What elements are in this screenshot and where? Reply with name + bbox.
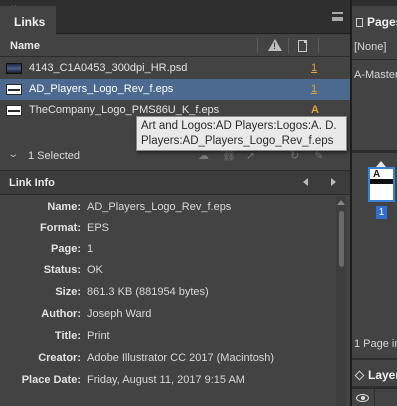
- info-row-size: Size: 861.3 KB (881954 bytes): [0, 283, 335, 303]
- layers-panel: Layers: [352, 358, 397, 406]
- column-name-header[interactable]: Name: [10, 40, 40, 52]
- photo-thumbnail-icon: [6, 63, 22, 74]
- info-value: Joseph Ward: [87, 308, 152, 320]
- info-label: Author:: [41, 308, 81, 320]
- tab-layers[interactable]: Layers: [352, 360, 397, 386]
- info-value: 1: [87, 243, 94, 255]
- logo-thumbnail-icon: [6, 105, 22, 116]
- link-page-number[interactable]: 1: [311, 83, 317, 95]
- info-row-format: Format: EPS: [0, 219, 335, 239]
- info-row-name: Name: AD_Players_Logo_Rev_f.eps: [0, 198, 335, 218]
- scroll-up-icon[interactable]: [337, 200, 345, 205]
- layers-icon: [354, 370, 365, 381]
- column-divider: [257, 38, 258, 53]
- info-value: Friday, August 11, 2017 9:15 AM: [87, 374, 245, 386]
- link-page-number[interactable]: 1: [311, 62, 317, 74]
- tab-pages[interactable]: Pages: [352, 6, 397, 34]
- info-label: Status:: [43, 264, 81, 276]
- divider: [352, 150, 397, 153]
- pages-tab-bar: Pages: [352, 0, 397, 34]
- layers-tab-label: Layers: [368, 368, 397, 382]
- scrollbar-thumb[interactable]: [339, 211, 344, 267]
- logo-thumbnail-icon: [6, 84, 22, 95]
- divider: [374, 388, 375, 406]
- links-column-header: Name: [0, 34, 350, 57]
- page-count: 1 Page in 1 Spread: [354, 338, 397, 350]
- info-label: Page:: [51, 243, 81, 255]
- tooltip-line: Art and Logos:AD Players:Logos:A. D.: [141, 120, 337, 132]
- tab-links[interactable]: Links: [0, 6, 56, 34]
- page-number-badge[interactable]: 1: [376, 206, 387, 219]
- links-tab-bar: ◂◂ Links: [0, 0, 350, 34]
- divider: [352, 59, 397, 60]
- link-filename: AD_Players_Logo_Rev_f.eps: [29, 83, 174, 95]
- info-value: 861.3 KB (881954 bytes): [87, 286, 209, 298]
- info-label: Size:: [55, 286, 81, 298]
- link-info-header: Link Info: [0, 171, 350, 195]
- pages-icon: [356, 18, 363, 27]
- info-row-title: Title: Print: [0, 327, 335, 347]
- info-value: AD_Players_Logo_Rev_f.eps: [87, 201, 232, 213]
- link-row-selected[interactable]: AD_Players_Logo_Rev_f.eps 1: [0, 79, 350, 100]
- info-row-page: Page: 1: [0, 240, 335, 260]
- status-warning-icon[interactable]: [268, 39, 282, 51]
- info-value: EPS: [87, 222, 110, 234]
- info-row-author: Author: Joseph Ward: [0, 305, 335, 325]
- selection-count: 1 Selected: [28, 150, 80, 162]
- page-column-icon[interactable]: [298, 40, 307, 52]
- info-label: Title:: [54, 330, 81, 342]
- tooltip-line: Players:AD_Players_Logo_Rev_f.eps: [141, 135, 334, 147]
- info-row-status: Status: OK: [0, 261, 335, 281]
- link-filename: 4143_C1A0453_300dpi_HR.psd: [29, 62, 188, 74]
- link-path-tooltip: Art and Logos:AD Players:Logos:A. D. Pla…: [136, 116, 347, 151]
- panel-menu-icon[interactable]: [332, 12, 343, 21]
- page-thumbnail[interactable]: A: [368, 167, 395, 202]
- info-label: Place Date:: [21, 374, 81, 386]
- links-panel: ◂◂ Links Name 4143_C1A0453_300dpi_HR.psd…: [0, 0, 350, 406]
- column-divider: [288, 38, 289, 53]
- link-filename: TheCompany_Logo_PMS86U_K_f.eps: [29, 104, 220, 116]
- a-master[interactable]: A-Master: [354, 69, 397, 81]
- link-info-title: Link Info: [9, 177, 55, 189]
- info-value: Print: [87, 330, 110, 342]
- link-row[interactable]: 4143_C1A0453_300dpi_HR.psd 1: [0, 58, 350, 79]
- column-divider: [318, 38, 319, 53]
- info-row-creator: Creator: Adobe Illustrator CC 2017 (Maci…: [0, 349, 335, 369]
- link-page-number[interactable]: A: [311, 104, 319, 116]
- pages-panel: Pages [None] A-Master A 1 1 Page in 1 Sp…: [352, 0, 397, 406]
- info-label: Creator:: [38, 352, 81, 364]
- next-link-icon[interactable]: [331, 178, 336, 186]
- info-value: OK: [87, 264, 103, 276]
- chevron-down-icon[interactable]: ⌄: [7, 149, 19, 160]
- info-label: Format:: [40, 222, 81, 234]
- info-row-place-date: Place Date: Friday, August 11, 2017 9:15…: [0, 371, 335, 391]
- eye-icon[interactable]: [356, 394, 369, 402]
- info-label: Name:: [47, 201, 81, 213]
- info-value: Adobe Illustrator CC 2017 (Macintosh): [87, 352, 275, 364]
- previous-link-icon[interactable]: [303, 178, 308, 186]
- page-content-preview: [370, 179, 393, 184]
- none-master[interactable]: [None]: [354, 41, 386, 53]
- pages-tab-label: Pages: [367, 15, 397, 29]
